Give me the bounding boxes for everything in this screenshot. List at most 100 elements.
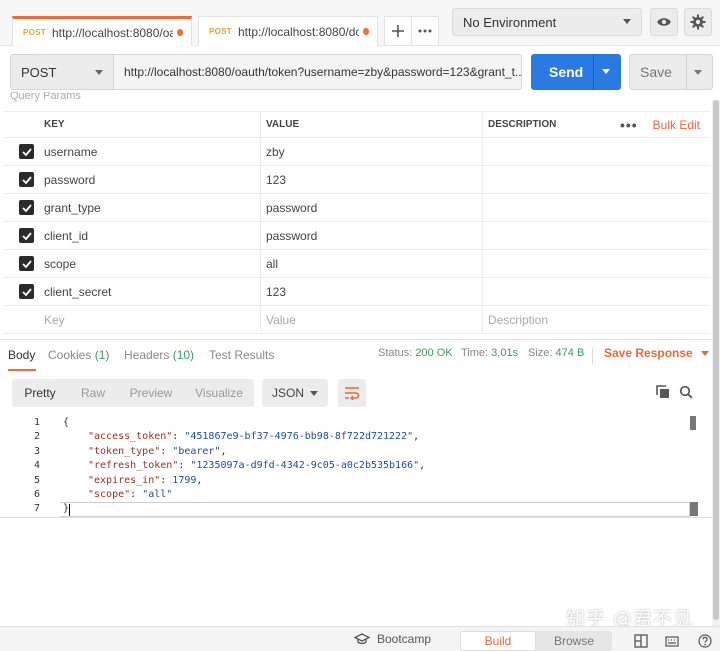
param-row: password 123 xyxy=(4,166,710,194)
send-button[interactable]: Send xyxy=(531,54,621,90)
search-button[interactable] xyxy=(677,383,695,401)
checkmark-icon xyxy=(21,203,32,212)
send-label: Send xyxy=(549,64,584,80)
tab-bar: POST http://localhost:8080/oauth... POST… xyxy=(0,0,720,46)
format-visualize[interactable]: Visualize xyxy=(184,379,254,407)
new-value-input[interactable]: Value xyxy=(266,306,296,333)
copy-button[interactable] xyxy=(654,383,672,401)
more-dots-icon xyxy=(418,29,432,33)
url-value: http://localhost:8080/oauth/token?userna… xyxy=(124,65,522,79)
wrap-lines-button[interactable] xyxy=(338,379,366,407)
request-tab-2[interactable]: POST http://localhost:8080/doLo... xyxy=(198,16,378,46)
param-key[interactable]: client_secret xyxy=(44,278,111,305)
code-line: 2 "access_token": "451867e9-bf37-4976-bb… xyxy=(33,431,420,443)
param-key[interactable]: password xyxy=(44,166,95,193)
response-body-editor[interactable]: 1 { 2 "access_token": "451867e9-bf37-497… xyxy=(0,416,712,518)
query-params-heading: Query Params xyxy=(10,92,81,102)
time-readout: Time: 3.01s xyxy=(461,347,519,359)
save-options-chevron-icon[interactable] xyxy=(694,70,702,75)
tab-url: http://localhost:8080/doLo... xyxy=(237,24,360,39)
tab-method: POST xyxy=(209,27,232,36)
save-response-button[interactable]: Save Response xyxy=(604,346,709,360)
code-line: 1 { xyxy=(33,417,70,428)
param-key[interactable]: client_id xyxy=(44,222,88,249)
question-mark-icon xyxy=(698,634,712,648)
param-key[interactable]: username xyxy=(44,138,97,165)
params-header-row: KEY VALUE DESCRIPTION ••• Bulk Edit xyxy=(4,111,710,138)
param-row: grant_type password xyxy=(4,194,710,222)
tab-test-results[interactable]: Test Results xyxy=(209,348,274,362)
layout-toggle-button[interactable] xyxy=(633,633,649,649)
wrap-lines-icon xyxy=(345,387,360,400)
environment-value: No Environment xyxy=(463,14,557,30)
column-header-value: VALUE xyxy=(266,119,300,130)
code-line: 6 "scope": "all" xyxy=(33,489,173,500)
browse-mode-button[interactable]: Browse xyxy=(536,631,612,651)
unsaved-dot-icon xyxy=(363,28,369,35)
param-key[interactable]: scope xyxy=(44,250,76,277)
bulk-edit-link[interactable]: Bulk Edit xyxy=(653,112,700,137)
keyboard-icon xyxy=(665,636,679,647)
param-enabled-checkbox[interactable] xyxy=(19,284,34,299)
new-description-input[interactable]: Description xyxy=(488,306,548,333)
bootcamp-button[interactable]: Bootcamp xyxy=(354,632,431,646)
save-label: Save xyxy=(640,64,672,80)
param-enabled-checkbox[interactable] xyxy=(19,144,34,159)
param-row: client_id password xyxy=(4,222,710,250)
tab-cookies[interactable]: Cookies (1) xyxy=(48,348,109,362)
graduation-cap-icon xyxy=(354,633,370,645)
time-value[interactable]: 3.01s xyxy=(491,347,518,359)
param-enabled-checkbox[interactable] xyxy=(19,228,34,243)
build-mode-button[interactable]: Build xyxy=(460,631,536,651)
param-key[interactable]: grant_type xyxy=(44,194,101,221)
response-tabs: Body Cookies (1) Headers (10) Test Resul… xyxy=(0,339,712,371)
param-row: client_secret 123 xyxy=(4,278,710,306)
help-button[interactable] xyxy=(697,633,713,649)
main-scrollbar[interactable] xyxy=(712,100,720,626)
param-value[interactable]: 123 xyxy=(266,278,286,305)
request-tab-1[interactable]: POST http://localhost:8080/oauth... xyxy=(12,16,192,46)
param-value[interactable]: password xyxy=(266,194,317,221)
build-browse-toggle: Build Browse xyxy=(460,631,612,651)
environment-settings-button[interactable] xyxy=(684,8,712,36)
url-input[interactable]: http://localhost:8080/oauth/token?userna… xyxy=(114,54,522,90)
column-options-icon[interactable]: ••• xyxy=(620,112,638,137)
format-preview[interactable]: Preview xyxy=(118,379,184,407)
format-pretty[interactable]: Pretty xyxy=(12,379,68,407)
param-enabled-checkbox[interactable] xyxy=(19,172,34,187)
environment-quick-look-button[interactable] xyxy=(650,8,678,36)
param-enabled-checkbox[interactable] xyxy=(19,200,34,215)
keyboard-shortcuts-button[interactable] xyxy=(664,633,680,649)
size-value[interactable]: 474 B xyxy=(556,347,585,359)
send-options-chevron-icon[interactable] xyxy=(602,69,610,74)
text-cursor xyxy=(69,504,70,516)
language-select[interactable]: JSON xyxy=(262,379,328,407)
checkmark-icon xyxy=(21,175,32,184)
chevron-down-icon xyxy=(95,70,103,75)
chevron-down-icon xyxy=(310,391,318,396)
param-value[interactable]: password xyxy=(266,222,317,249)
code-line: 7 } xyxy=(33,503,70,515)
tab-headers[interactable]: Headers (10) xyxy=(124,348,194,362)
param-row: username zby xyxy=(4,138,710,166)
new-tab-button[interactable] xyxy=(384,16,412,46)
size-readout: Size: 474 B xyxy=(528,347,585,359)
format-toggle-group: Pretty Raw Preview Visualize xyxy=(12,379,254,407)
environment-select[interactable]: No Environment xyxy=(452,8,642,36)
method-select[interactable]: POST xyxy=(10,54,114,90)
tab-body[interactable]: Body xyxy=(8,348,35,362)
param-value[interactable]: zby xyxy=(266,138,285,165)
param-value[interactable]: all xyxy=(266,250,278,277)
chevron-down-icon xyxy=(700,351,709,357)
status-readout: Status: 200 OK xyxy=(378,347,453,359)
status-value[interactable]: 200 OK xyxy=(415,347,452,359)
method-value: POST xyxy=(21,64,57,80)
save-button[interactable]: Save xyxy=(629,54,713,90)
new-key-input[interactable]: Key xyxy=(44,306,65,333)
param-value[interactable]: 123 xyxy=(266,166,286,193)
format-raw[interactable]: Raw xyxy=(68,379,118,407)
params-table: KEY VALUE DESCRIPTION ••• Bulk Edit user… xyxy=(4,111,710,334)
column-header-description: DESCRIPTION xyxy=(488,119,557,130)
tab-options-button[interactable] xyxy=(411,16,439,46)
param-enabled-checkbox[interactable] xyxy=(19,256,34,271)
